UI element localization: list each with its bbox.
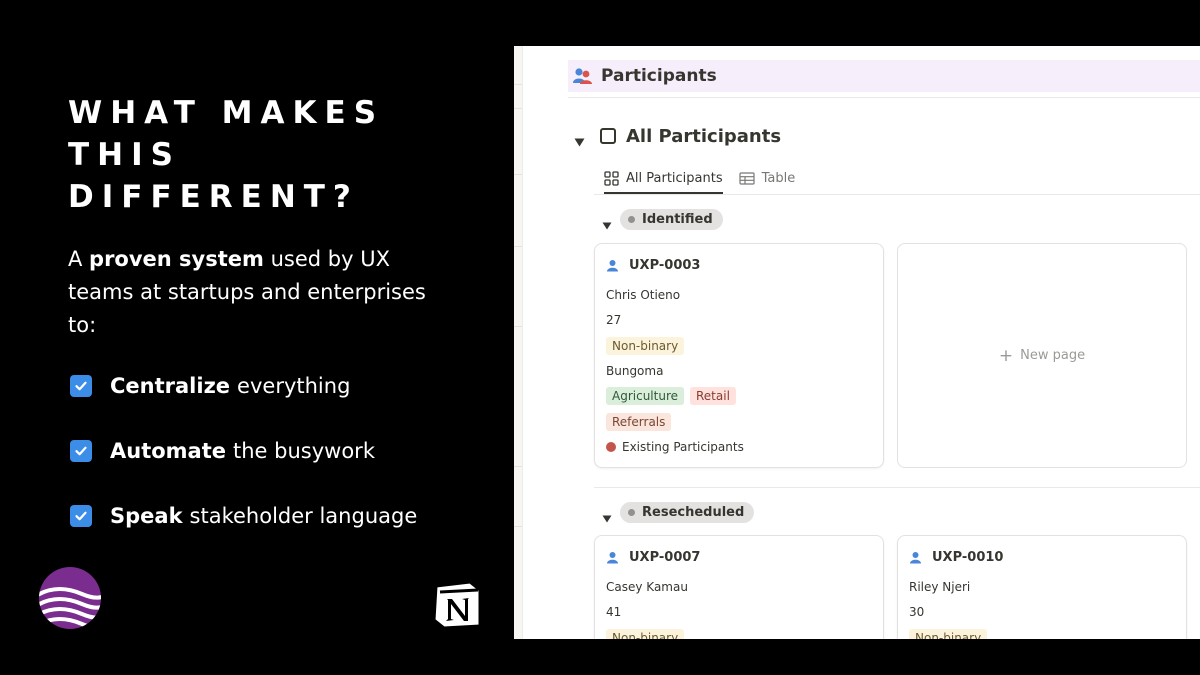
sidebar-edge [514,46,523,639]
group-label-rescheduled[interactable]: Resecheduled [620,502,755,523]
status-dot-icon [628,216,635,223]
tag: Non-binary [606,629,685,639]
plus-icon: + [998,345,1014,366]
card-source: Referrals [606,413,677,431]
tab-table[interactable]: Table [739,164,796,192]
bullet-text: stakeholder language [189,504,418,528]
card-industries: Agriculture Retail [606,387,742,405]
tag: Agriculture [606,387,684,405]
card-age: 41 [606,605,622,619]
bullet-bold: Automate [110,439,227,463]
card-name: Chris Otieno [606,288,681,302]
database-title[interactable]: All Participants [626,126,781,147]
bullet-bold: Speak [110,504,183,528]
bullet-centralize: Centralize everything [70,374,350,398]
tab-all-participants[interactable]: All Participants [604,164,723,194]
checkbox-checked-icon [70,505,92,527]
card-status: Existing Participants [606,440,744,454]
card-title: UXP-0010 [909,550,1003,565]
tab-label: Table [761,170,796,186]
status-label: Existing Participants [622,440,744,454]
headline-line-1: WHAT MAKES [68,95,385,131]
person-icon [607,260,618,272]
intro-prefix: A [68,247,90,271]
group-collapse-icon[interactable] [602,215,612,234]
card-id: UXP-0007 [629,550,701,565]
card-title: UXP-0007 [606,550,700,565]
new-page-button[interactable]: + New page [897,243,1187,468]
notion-screenshot: Participants All Participants All Partic… [514,46,1200,639]
tag: Referrals [606,413,672,431]
card-location: Bungoma [606,364,664,378]
tag: Non-binary [909,629,988,639]
view-tabs: All Participants Table [604,164,811,194]
status-dot-icon [606,442,616,452]
group-label-text: Resecheduled [642,505,745,520]
participant-card[interactable]: UXP-0003 Chris Otieno 27 Non-binary Bung… [594,243,884,468]
headline: WHAT MAKES THIS DIFFERENT? [68,92,488,218]
card-id: UXP-0003 [629,258,701,273]
checkbox-checked-icon [70,375,92,397]
bullet-speak: Speak stakeholder language [70,504,417,528]
bullet-bold: Centralize [110,374,231,398]
page-title: Participants [601,66,717,86]
group-divider [594,487,1200,488]
card-name: Riley Njeri [909,580,971,594]
participant-card[interactable]: UXP-0010 Riley Njeri 30 Non-binary [897,535,1187,639]
card-gender: Non-binary [909,629,993,639]
new-page-label: New page [1020,348,1086,363]
database-icon [600,128,616,144]
bullet-text: the busywork [233,439,375,463]
group-label-identified[interactable]: Identified [620,209,723,230]
tag: Retail [690,387,736,405]
page-header: Participants [568,60,1200,92]
brand-logo [38,566,102,630]
bullet-automate: Automate the busywork [70,439,375,463]
intro-text: A proven system used by UX teams at star… [68,243,428,342]
person-icon [607,552,618,564]
card-title: UXP-0003 [606,258,700,273]
participant-card[interactable]: UXP-0007 Casey Kamau 41 Non-binary [594,535,884,639]
card-age: 30 [909,605,925,619]
collapse-toggle-icon[interactable] [574,132,585,151]
card-age: 27 [606,313,622,327]
checkbox-checked-icon [70,440,92,462]
tab-label: All Participants [626,170,723,186]
group-label-text: Identified [642,212,713,227]
intro-bold: proven system [89,247,264,271]
card-gender: Non-binary [606,337,690,355]
divider [568,97,1200,98]
board-icon [604,170,619,186]
bullet-text: everything [237,374,351,398]
table-icon [739,171,755,185]
group-collapse-icon[interactable] [602,508,612,527]
notion-logo-icon [430,578,484,632]
card-id: UXP-0010 [932,550,1004,565]
participants-icon [573,67,593,85]
headline-line-2: THIS [68,137,181,173]
person-icon [910,552,921,564]
status-dot-icon [628,509,635,516]
headline-line-3: DIFFERENT? [68,179,359,215]
card-gender: Non-binary [606,629,690,639]
card-name: Casey Kamau [606,580,688,594]
tag: Non-binary [606,337,685,355]
divider [594,194,1200,195]
